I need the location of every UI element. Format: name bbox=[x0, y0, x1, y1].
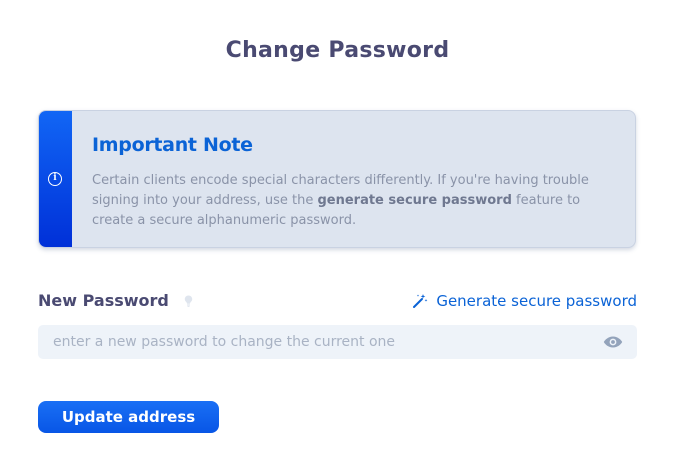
generate-password-label[interactable]: Generate secure password bbox=[436, 292, 637, 310]
update-address-button[interactable]: Update address bbox=[38, 401, 219, 433]
new-password-field bbox=[38, 325, 637, 359]
lightbulb-icon[interactable] bbox=[184, 295, 193, 307]
note-text: Certain clients encode special character… bbox=[92, 171, 612, 231]
eye-icon[interactable] bbox=[603, 334, 623, 350]
note-text-emphasis: generate secure password bbox=[317, 193, 512, 208]
note-title: Important Note bbox=[92, 134, 253, 156]
important-note-panel: i Important Note Certain clients encode … bbox=[38, 110, 636, 248]
info-icon: i bbox=[48, 172, 62, 186]
page-title: Change Password bbox=[225, 38, 450, 63]
note-accent-bar: i bbox=[39, 111, 72, 247]
new-password-input[interactable] bbox=[38, 325, 578, 359]
change-password-page: Change Password i Important Note Certain… bbox=[0, 0, 675, 470]
new-password-label: New Password bbox=[38, 291, 169, 310]
magic-wand-icon bbox=[413, 294, 428, 308]
generate-password-link[interactable]: Generate secure password bbox=[412, 292, 637, 310]
